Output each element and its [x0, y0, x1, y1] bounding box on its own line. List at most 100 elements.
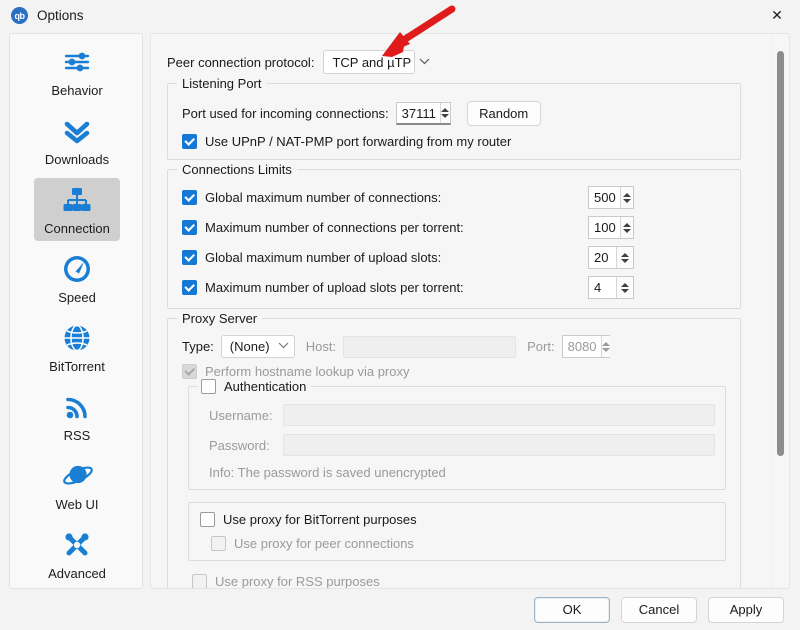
limit-row[interactable]: Global maximum number of upload slots: 2… [182, 246, 730, 269]
spinner-down-icon[interactable] [601, 347, 610, 352]
spinner-buttons[interactable] [600, 336, 610, 357]
sidebar-item-web-ui[interactable]: Web UI [10, 448, 142, 517]
proxy-host-label: Host: [305, 339, 337, 354]
authentication-group: Authentication Username: Password: Info:… [188, 379, 726, 490]
chevron-down-icon [419, 57, 430, 68]
upnp-checkbox-row[interactable]: Use UPnP / NAT-PMP port forwarding from … [182, 134, 730, 149]
sidebar-item-label: Speed [58, 290, 96, 305]
max-connections-per-torrent-checkbox[interactable] [182, 220, 197, 235]
use-proxy-peer-row: Use proxy for peer connections [211, 536, 715, 551]
rss-icon [60, 390, 94, 424]
proxy-host-input[interactable] [343, 335, 517, 358]
proxy-port-spinner[interactable]: 8080 [561, 335, 610, 358]
upnp-checkbox[interactable] [182, 134, 197, 149]
scrollbar-thumb[interactable] [777, 51, 784, 456]
use-proxy-bittorrent-label: Use proxy for BitTorrent purposes [223, 512, 417, 527]
use-proxy-bittorrent-checkbox[interactable] [200, 512, 215, 527]
spinner-down-icon[interactable] [622, 228, 631, 233]
globe-icon [60, 321, 94, 355]
sidebar-item-label: Web UI [55, 497, 99, 512]
authentication-title[interactable]: Authentication [198, 379, 312, 394]
app-logo-icon: qb [11, 7, 28, 24]
port-spinner[interactable]: 37111 [395, 102, 451, 125]
settings-content: Peer connection protocol: TCP and µTP Li… [151, 34, 773, 588]
sidebar-item-bittorrent[interactable]: BitTorrent [10, 310, 142, 379]
limit-row[interactable]: Maximum number of connections per torren… [182, 216, 730, 239]
spinner-up-icon[interactable] [441, 108, 450, 112]
spinner-up-icon[interactable] [622, 192, 631, 197]
sidebar-item-label: Behavior [51, 83, 103, 98]
sidebar-item-downloads[interactable]: Downloads [10, 103, 142, 172]
sidebar-item-rss[interactable]: RSS [10, 379, 142, 448]
password-label: Password: [209, 437, 270, 453]
max-connections-per-torrent-label: Maximum number of connections per torren… [205, 220, 464, 235]
planet-icon [60, 459, 94, 493]
max-connections-per-torrent-spinner[interactable]: 100 [588, 216, 634, 239]
limit-row[interactable]: Maximum number of upload slots per torre… [182, 276, 730, 299]
global-max-upload-slots-spinner[interactable]: 20 [588, 246, 634, 269]
password-info-text: Info: The password is saved unencrypted [209, 465, 446, 480]
apply-button[interactable]: Apply [708, 596, 784, 623]
spinner-buttons[interactable] [619, 217, 633, 238]
username-input[interactable] [283, 404, 715, 426]
use-proxy-rss-row[interactable]: Use proxy for RSS purposes [192, 574, 730, 588]
global-max-connections-checkbox[interactable] [182, 190, 197, 205]
random-port-button[interactable]: Random [466, 101, 541, 126]
proxy-type-label: Type: [182, 339, 214, 354]
sidebar-item-label: Advanced [48, 566, 106, 581]
options-window: qb Options ✕ Behavior Downloads Connecti… [0, 0, 800, 630]
network-nodes-icon [60, 183, 94, 217]
use-proxy-bittorrent-row[interactable]: Use proxy for BitTorrent purposes [200, 512, 715, 527]
spinner-buttons[interactable] [619, 187, 633, 208]
port-value: 37111 [401, 105, 436, 121]
max-upload-slots-per-torrent-spinner[interactable]: 4 [588, 276, 634, 299]
max-upload-slots-per-torrent-checkbox[interactable] [182, 280, 197, 295]
spinner-buttons[interactable] [616, 247, 633, 268]
proxy-type-row: Type: (None) Host: Port: 8080 [182, 335, 730, 358]
spinner-up-icon[interactable] [621, 282, 629, 287]
sidebar-item-advanced[interactable]: Advanced [10, 517, 142, 586]
global-max-upload-slots-checkbox[interactable] [182, 250, 197, 265]
spinner-up-icon[interactable] [601, 341, 610, 346]
sidebar-item-label: Connection [44, 221, 110, 236]
global-max-connections-spinner[interactable]: 500 [588, 186, 634, 209]
proxy-type-value: (None) [229, 339, 270, 354]
spinner-down-icon[interactable] [621, 258, 629, 263]
chevron-down-icon [278, 341, 289, 352]
proxy-server-group: Proxy Server Type: (None) Host: Port: 80… [167, 311, 741, 588]
use-proxy-peer-checkbox [211, 536, 226, 551]
global-max-connections-label: Global maximum number of connections: [205, 190, 442, 205]
proxy-type-select[interactable]: (None) [220, 335, 295, 358]
upnp-label: Use UPnP / NAT-PMP port forwarding from … [205, 134, 512, 149]
username-row: Username: [209, 404, 715, 426]
proxy-server-title: Proxy Server [177, 311, 263, 326]
cancel-button[interactable]: Cancel [621, 596, 697, 623]
password-input[interactable] [283, 434, 715, 456]
listening-port-title: Listening Port [177, 76, 267, 91]
peer-protocol-select[interactable]: TCP and µTP [323, 50, 430, 74]
vertical-scrollbar[interactable] [772, 35, 788, 588]
spinner-up-icon[interactable] [622, 222, 631, 227]
sidebar-item-behavior[interactable]: Behavior [10, 34, 142, 103]
close-icon[interactable]: ✕ [754, 0, 800, 31]
window-title: Options [37, 8, 84, 23]
spinner-down-icon[interactable] [621, 288, 629, 293]
ok-button[interactable]: OK [534, 596, 610, 623]
peer-protocol-row: Peer connection protocol: TCP and µTP [167, 50, 759, 74]
spinner-down-icon[interactable] [622, 198, 631, 203]
port-spinner-buttons[interactable] [439, 103, 450, 123]
spinner-up-icon[interactable] [621, 252, 629, 257]
spinner-buttons[interactable] [616, 277, 633, 298]
double-chevron-down-icon [60, 114, 94, 148]
sliders-icon [60, 45, 94, 79]
sidebar-item-connection[interactable]: Connection [10, 172, 142, 241]
use-proxy-rss-checkbox[interactable] [192, 574, 207, 588]
authentication-checkbox[interactable] [201, 379, 216, 394]
limit-row[interactable]: Global maximum number of connections: 50… [182, 186, 730, 209]
global-max-upload-slots-label: Global maximum number of upload slots: [205, 250, 442, 265]
max-upload-slots-per-torrent-label: Maximum number of upload slots per torre… [205, 280, 464, 295]
sidebar-item-speed[interactable]: Speed [10, 241, 142, 310]
spinner-down-icon[interactable] [441, 114, 450, 118]
global-max-upload-slots-value: 20 [594, 250, 609, 265]
peer-protocol-value: TCP and µTP [332, 54, 412, 70]
